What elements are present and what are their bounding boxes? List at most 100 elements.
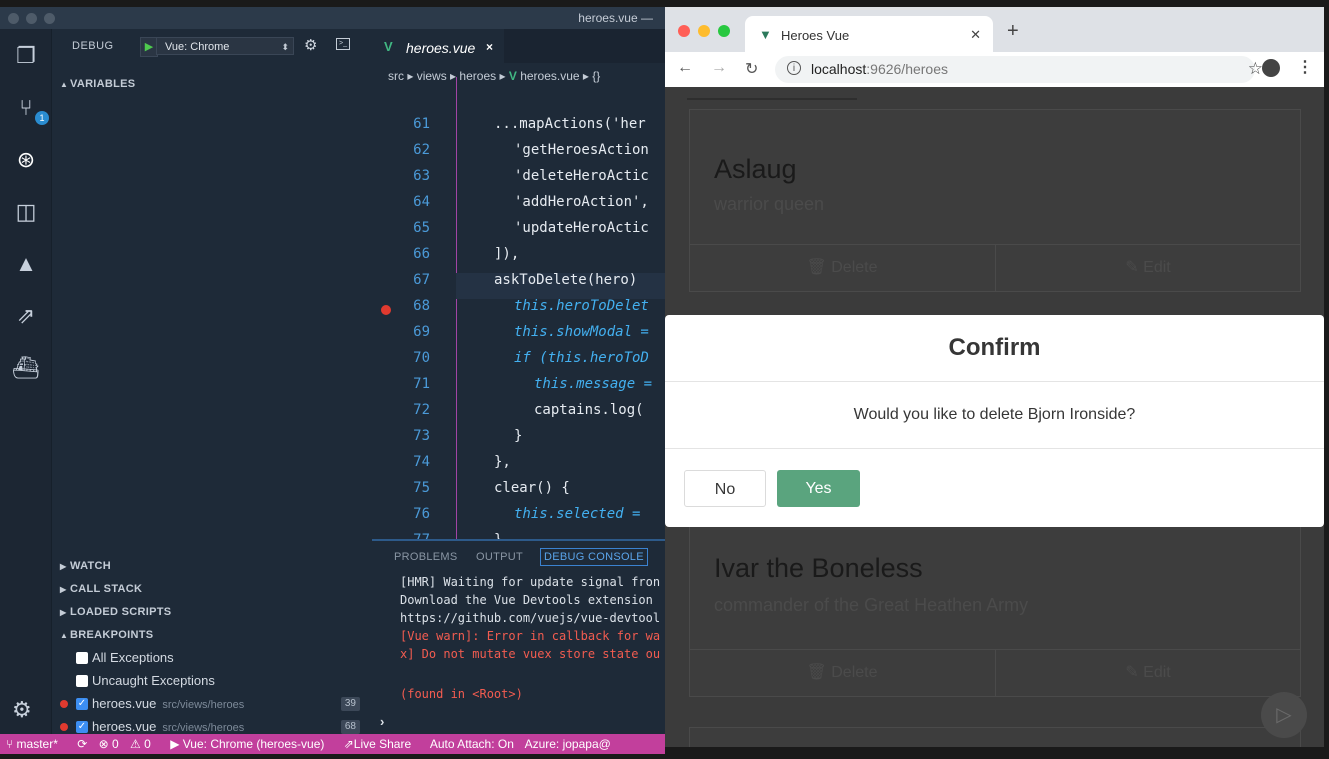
code-line[interactable]: 64 'addHeroAction', (372, 189, 665, 215)
delete-button[interactable]: 🗑 Delete (690, 650, 994, 696)
kebab-menu-icon[interactable]: ⋮ (1297, 57, 1313, 77)
extensions-icon[interactable]: ◫ (11, 197, 41, 227)
explorer-icon[interactable]: ❐ (11, 41, 41, 71)
line-number[interactable]: 70 (402, 345, 430, 371)
debug-console-icon[interactable]: >_ (336, 38, 350, 50)
code-line[interactable]: 73} (372, 423, 665, 449)
branch-status[interactable]: ⑂ master* (6, 737, 66, 751)
docker-icon[interactable]: ⛴ (11, 353, 41, 383)
address-bar[interactable]: i localhost:9626/heroes ☆ (775, 56, 1263, 83)
line-number[interactable]: 64 (402, 189, 430, 215)
debug-target-status[interactable]: ▶ Vue: Chrome (heroes-vue) (170, 737, 332, 751)
back-arrow-icon[interactable]: ← (677, 59, 693, 77)
watch-section[interactable]: ▶ WATCH (52, 555, 372, 577)
code-line[interactable]: 65 'updateHeroActic (372, 215, 665, 241)
reload-icon[interactable]: ↻ (745, 59, 758, 79)
loaded-scripts-section[interactable]: ▶ LOADED SCRIPTS (52, 601, 372, 623)
line-number[interactable]: 63 (402, 163, 430, 189)
no-button[interactable]: No (684, 470, 766, 507)
line-number[interactable]: 67 (402, 267, 430, 293)
settings-gear-icon[interactable]: ⚙ (12, 697, 32, 723)
tab-problems[interactable]: PROBLEMS (394, 551, 458, 563)
azure-icon[interactable]: ▲ (11, 249, 41, 279)
tab-debug-console[interactable]: DEBUG CONSOLE (540, 548, 648, 566)
zoom-window-button[interactable] (718, 25, 730, 37)
info-icon[interactable]: i (787, 61, 801, 75)
all-exceptions-checkbox[interactable] (76, 652, 88, 664)
line-number[interactable]: 62 (402, 137, 430, 163)
code-line[interactable]: 66]), (372, 241, 665, 267)
live-share-icon[interactable]: ⇗ (11, 301, 41, 331)
yes-button[interactable]: Yes (777, 470, 860, 507)
code-line[interactable]: 62 'getHeroesAction (372, 137, 665, 163)
tab-heroes-vue[interactable]: V heroes.vue × (372, 29, 504, 64)
code-line[interactable]: 75 clear() { (372, 475, 665, 501)
breakpoint-checkbox[interactable]: ✓ (76, 721, 88, 733)
console-prompt[interactable]: › (380, 714, 384, 729)
code-line[interactable]: 69 this.showModal = (372, 319, 665, 345)
line-number[interactable]: 73 (402, 423, 430, 449)
line-number[interactable]: 61 (402, 111, 430, 137)
line-number[interactable]: 76 (402, 501, 430, 527)
uncaught-exceptions-row[interactable]: Uncaught Exceptions (52, 670, 372, 692)
line-number[interactable]: 69 (402, 319, 430, 345)
line-number[interactable]: 74 (402, 449, 430, 475)
line-number[interactable]: 72 (402, 397, 430, 423)
browser-tab[interactable]: ▼ Heroes Vue ✕ (745, 16, 993, 54)
edit-button[interactable]: ✎ Edit (995, 650, 1300, 696)
breakpoint-checkbox[interactable]: ✓ (76, 698, 88, 710)
delete-button[interactable]: 🗑 Delete (690, 245, 994, 291)
debug-settings-gear-icon[interactable]: ⚙ (304, 36, 317, 54)
line-number[interactable]: 71 (402, 371, 430, 397)
code-line[interactable]: 74}, (372, 449, 665, 475)
play-overlay-icon[interactable]: ▷ (1261, 692, 1307, 738)
account-icon[interactable] (1262, 59, 1280, 77)
sync-icon[interactable]: ⟳ (77, 737, 87, 751)
breadcrumb-item[interactable]: heroes.vue (520, 69, 579, 83)
auto-attach-status[interactable]: Auto Attach: On (430, 737, 514, 751)
breakpoints-section[interactable]: ▲ BREAKPOINTS (52, 624, 372, 646)
tab-output[interactable]: OUTPUT (476, 551, 523, 563)
call-stack-section[interactable]: ▶ CALL STACK (52, 578, 372, 600)
minimize-window-button[interactable] (26, 13, 37, 24)
minimize-window-button[interactable] (698, 25, 710, 37)
close-tab-icon[interactable]: ✕ (970, 27, 981, 43)
debug-icon[interactable]: ⊛ (11, 145, 41, 175)
uncaught-exceptions-checkbox[interactable] (76, 675, 88, 687)
edit-button[interactable]: ✎ Edit (995, 245, 1300, 291)
breakpoint-row[interactable]: ✓ heroes.vue src/views/heroes 39 (52, 693, 372, 715)
bookmark-star-icon[interactable]: ☆ (1248, 59, 1263, 79)
breadcrumb-item[interactable]: {} (592, 69, 600, 83)
line-number[interactable]: 66 (402, 241, 430, 267)
code-line[interactable]: 72 captains.log( (372, 397, 665, 423)
line-number[interactable]: 75 (402, 475, 430, 501)
code-line[interactable]: 76 this.selected = (372, 501, 665, 527)
code-line[interactable]: 63 'deleteHeroActic (372, 163, 665, 189)
code-line[interactable]: 77}, (372, 527, 665, 539)
line-number[interactable]: 65 (402, 215, 430, 241)
code-line[interactable]: 61 ...mapActions('her (372, 111, 665, 137)
line-number[interactable]: 68 (402, 293, 430, 319)
new-tab-button[interactable]: + (1007, 20, 1019, 43)
source-control-icon[interactable]: ⑂ 1 (11, 93, 49, 125)
breadcrumb-item[interactable]: views (417, 69, 447, 83)
close-window-button[interactable] (678, 25, 690, 37)
variables-section[interactable]: ▲ VARIABLES (52, 73, 372, 95)
code-line[interactable]: 67 askToDelete(hero) (372, 267, 665, 293)
code-editor[interactable]: V heroes.vue × src ▸ views ▸ heroes ▸ V … (372, 29, 665, 539)
breadcrumb-item[interactable]: heroes (459, 69, 496, 83)
code-line[interactable]: 68 this.heroToDelet (372, 293, 665, 319)
close-window-button[interactable] (8, 13, 19, 24)
problems-status[interactable]: ⊗ 0 ⚠ 0 (99, 737, 159, 751)
debug-config-select[interactable]: Vue: Chrome ⬍ (156, 37, 294, 55)
forward-arrow-icon[interactable]: → (711, 59, 727, 77)
breadcrumb-item[interactable]: src (388, 69, 404, 83)
zoom-window-button[interactable] (44, 13, 55, 24)
code-line[interactable]: 71 this.message = (372, 371, 665, 397)
azure-status[interactable]: Azure: jopapa@ (525, 737, 611, 751)
close-tab-icon[interactable]: × (486, 40, 493, 54)
code-line[interactable]: 70 if (this.heroToD (372, 345, 665, 371)
live-share-status[interactable]: ⇗Live Share (344, 737, 419, 751)
line-number[interactable]: 77 (402, 527, 430, 539)
all-exceptions-row[interactable]: All Exceptions (52, 647, 372, 669)
